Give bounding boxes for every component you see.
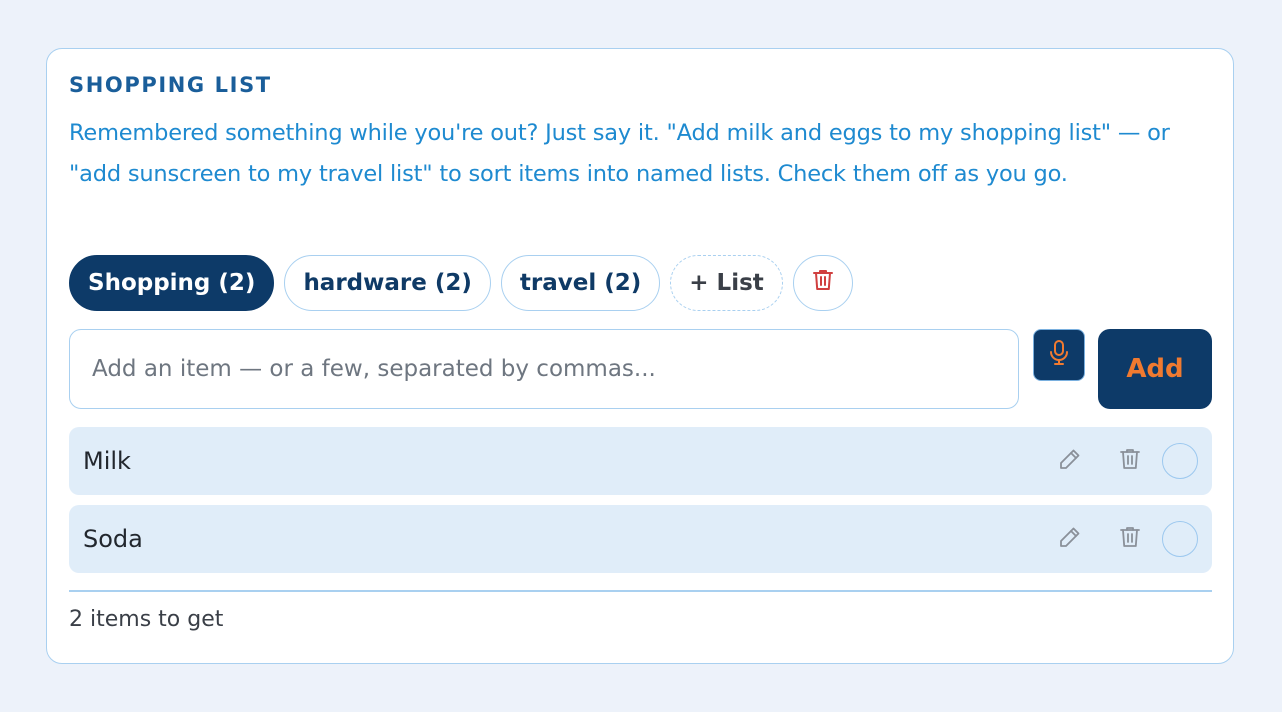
tab-hardware[interactable]: hardware (2) bbox=[284, 255, 491, 311]
trash-icon bbox=[1119, 447, 1141, 475]
edit-item-button[interactable] bbox=[1050, 519, 1090, 559]
shopping-list-card: SHOPPING LIST Remembered something while… bbox=[46, 48, 1234, 664]
card-title: SHOPPING LIST bbox=[69, 73, 272, 97]
item-label: Soda bbox=[83, 525, 143, 553]
card-description: Remembered something while you're out? J… bbox=[69, 120, 1170, 187]
trash-icon bbox=[812, 268, 834, 298]
microphone-icon bbox=[1048, 339, 1070, 371]
item-label: Milk bbox=[83, 447, 131, 475]
item-checkbox[interactable] bbox=[1162, 521, 1198, 557]
tab-travel[interactable]: travel (2) bbox=[500, 255, 661, 311]
delete-list-button[interactable] bbox=[792, 255, 853, 311]
list-tabs: Shopping (2) hardware (2) travel (2) + L… bbox=[69, 255, 853, 311]
item-list: Milk Soda bbox=[69, 427, 1212, 583]
delete-item-button[interactable] bbox=[1110, 519, 1150, 559]
divider bbox=[69, 590, 1212, 592]
add-button[interactable]: Add bbox=[1098, 329, 1212, 409]
pencil-icon bbox=[1058, 447, 1082, 475]
trash-icon bbox=[1119, 525, 1141, 553]
item-checkbox[interactable] bbox=[1162, 443, 1198, 479]
voice-input-button[interactable] bbox=[1033, 329, 1085, 381]
tab-shopping[interactable]: Shopping (2) bbox=[69, 255, 275, 311]
delete-item-button[interactable] bbox=[1110, 441, 1150, 481]
edit-item-button[interactable] bbox=[1050, 441, 1090, 481]
pencil-icon bbox=[1058, 525, 1082, 553]
items-summary: 2 items to get bbox=[69, 607, 224, 632]
add-item-input[interactable] bbox=[69, 329, 1019, 409]
list-item: Milk bbox=[69, 427, 1212, 495]
list-item: Soda bbox=[69, 505, 1212, 573]
add-list-button[interactable]: + List bbox=[670, 255, 783, 311]
